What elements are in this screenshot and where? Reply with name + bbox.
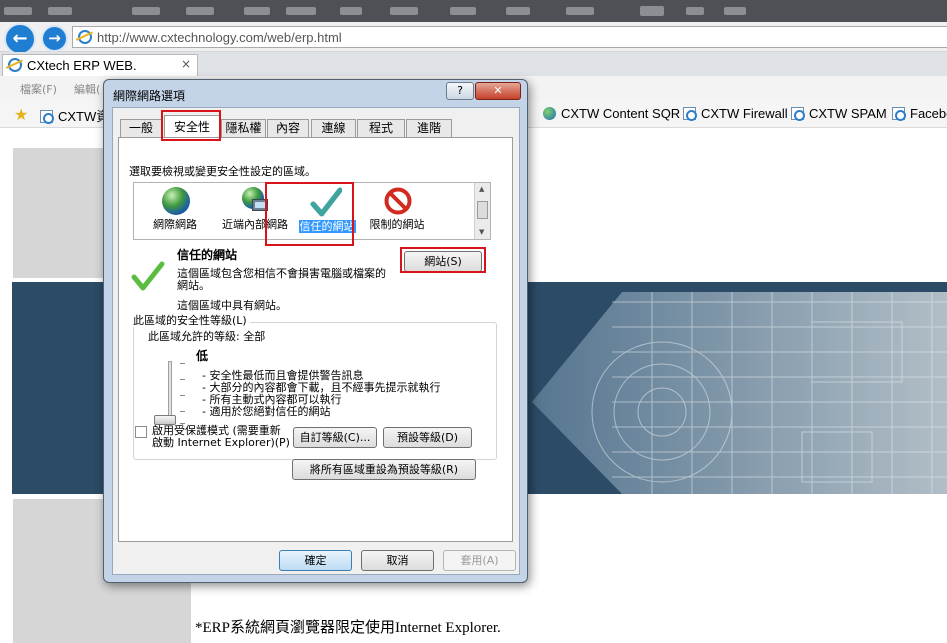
address-url[interactable]: http://www.cxtechnology.com/web/erp.html [97,30,342,45]
tab-title: CXtech ERP WEB. [27,58,137,73]
favorite-link[interactable]: CXTW Content SQR [543,106,680,121]
toolbar-blur [506,7,530,15]
allowed-levels: 此區域允許的等級: 全部 [148,330,266,343]
tab-programs[interactable]: 程式 [357,119,405,137]
level-bullet: - 適用於您絕對信任的網站 [202,405,331,418]
ie-page-icon [791,107,805,121]
scroll-thumb[interactable] [477,201,488,219]
favorite-link[interactable]: CXTW SPAM [791,106,887,121]
tab-general[interactable]: 一般 [120,119,162,137]
dialog-title: 網際網路選項 [113,89,186,103]
favorite-link[interactable]: CXTW Firewall [683,106,788,121]
favorite-link[interactable]: CXTW資 [40,106,109,125]
address-bar[interactable]: http://www.cxtechnology.com/web/erp.html [72,26,947,48]
ie-page-icon [683,107,697,121]
toolbar-blur [340,7,362,15]
back-button[interactable]: ← [4,23,36,55]
cancel-button[interactable]: 取消 [361,550,434,571]
security-panel: 選取要檢視或變更安全性設定的區域。 網際網路 近端內部網路 信任的網站 限制的網… [118,137,513,542]
browser-requirement-note: *ERP系統網頁瀏覽器限定使用Internet Explorer. [195,620,501,636]
security-level-label: 此區域的安全性等級(L) [130,315,250,327]
close-button[interactable]: ✕ [475,82,521,100]
highlight-box [161,110,221,141]
reset-all-zones-button[interactable]: 將所有區域重設為預設等級(R) [292,459,476,480]
toolbar-blur [724,7,746,15]
close-tab-icon[interactable]: × [181,57,191,71]
scroll-down-icon[interactable]: ▼ [479,228,484,236]
ie-icon [78,30,92,44]
zone-restricted-sites[interactable]: 限制的網站 [356,183,438,239]
security-level-name: 低 [196,349,209,363]
forward-button[interactable]: → [41,25,68,52]
tab-connections[interactable]: 連線 [311,119,356,137]
toolbar-blur [48,7,72,15]
scroll-up-icon[interactable]: ▲ [479,185,484,193]
apply-button[interactable]: 套用(A) [443,550,516,571]
toolbar-blur [450,7,476,15]
globe-icon [543,107,556,120]
protected-mode-checkbox[interactable] [135,426,147,438]
tab-strip: CXtech ERP WEB. × [0,52,947,76]
favorites-star-icon[interactable]: ★ [14,105,28,124]
menu-item-edit[interactable]: 編輯( [74,81,100,97]
globe-icon [162,187,190,215]
no-entry-icon [384,187,412,215]
tab-content[interactable]: 內容 [267,119,309,137]
browser-tab[interactable]: CXtech ERP WEB. × [2,54,198,76]
checkmark-icon [131,261,165,291]
toolbar-blur [286,7,316,15]
ie-page-icon [892,107,906,121]
zone-detail-title: 信任的網站 [177,248,238,262]
toolbar-blur [640,6,664,16]
highlight-box [400,247,486,273]
zone-sites-note: 這個區域中具有網站。 [177,299,287,312]
internet-options-dialog: 網際網路選項 ? ✕ 一般 安全性 隱私權 內容 連線 程式 進階 選取要檢視或… [103,79,528,583]
highlight-box [265,182,354,246]
toolbar-blur [132,7,160,15]
help-button[interactable]: ? [446,82,474,100]
tab-advanced[interactable]: 進階 [406,119,452,137]
zone-label: 網際網路 [153,218,197,231]
ie-icon [8,58,22,72]
zone-description: 網站。 [177,279,210,292]
arrow-left-icon: ← [12,28,28,49]
default-level-button[interactable]: 預設等級(D) [383,427,472,448]
toolbar-blur [686,7,704,15]
ie-page-icon [40,110,54,124]
protected-mode-label: 啟動 Internet Explorer)(P) [152,436,290,449]
toolbar-blur [390,7,418,15]
tab-privacy[interactable]: 隱私權 [221,119,266,137]
zone-prompt: 選取要檢視或變更安全性設定的區域。 [129,165,316,178]
ok-button[interactable]: 確定 [279,550,352,571]
toolbar-blur [186,7,214,15]
top-toolbar-blurred [0,0,947,22]
zone-internet[interactable]: 網際網路 [134,183,216,239]
zone-label: 限制的網站 [369,218,425,231]
dialog-body: 一般 安全性 隱私權 內容 連線 程式 進階 選取要檢視或變更安全性設定的區域。… [112,107,520,575]
custom-level-button[interactable]: 自訂等級(C)... [293,427,377,448]
navigation-bar: ← → http://www.cxtechnology.com/web/erp.… [0,22,947,55]
toolbar-blur [244,7,270,15]
menu-item-file[interactable]: 檔案(F) [20,81,57,97]
arrow-right-icon: → [48,29,61,47]
toolbar-blur [566,7,594,15]
toolbar-blur [4,7,32,15]
favorite-link[interactable]: Facebo [892,106,947,121]
zone-scrollbar[interactable]: ▲ ▼ [474,183,490,239]
